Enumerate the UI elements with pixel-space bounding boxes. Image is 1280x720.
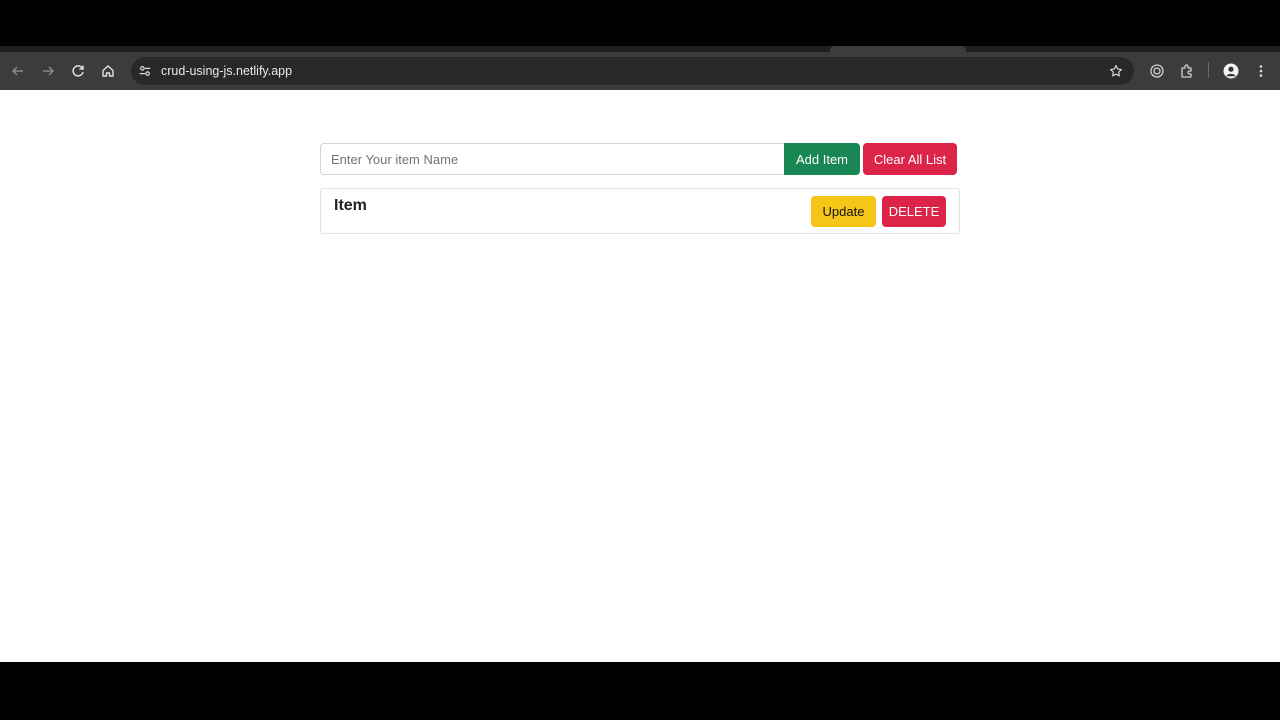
clear-all-button[interactable]: Clear All List: [863, 143, 957, 175]
item-title: Item: [334, 197, 367, 214]
target-icon: [1150, 64, 1164, 78]
page-viewport: Add Item Clear All List Item Update DELE…: [0, 90, 1280, 662]
puzzle-icon: [1181, 64, 1192, 78]
toolbar-divider: [1208, 62, 1209, 78]
reload-icon: [72, 65, 84, 77]
delete-button[interactable]: DELETE: [882, 196, 946, 227]
star-icon: [1110, 65, 1122, 77]
extension-button[interactable]: [1145, 59, 1169, 83]
bookmark-button[interactable]: [1108, 63, 1124, 79]
bottom-letterbox: [0, 662, 1280, 720]
top-letterbox: [0, 0, 1280, 46]
url-text[interactable]: crud-using-js.netlify.app: [161, 63, 292, 79]
tune-icon: [139, 66, 151, 76]
address-bar[interactable]: crud-using-js.netlify.app: [131, 57, 1134, 85]
reload-button[interactable]: [66, 59, 90, 83]
arrow-left-icon: [11, 66, 23, 76]
home-button[interactable]: [96, 59, 120, 83]
add-item-form: Add Item Clear All List: [320, 143, 960, 175]
back-button[interactable]: [6, 59, 30, 83]
site-info-button[interactable]: [137, 63, 153, 79]
avatar-icon: [1223, 63, 1239, 79]
home-icon: [102, 65, 114, 77]
browser-menu-button[interactable]: [1249, 59, 1273, 83]
extensions-button[interactable]: [1175, 59, 1199, 83]
update-button[interactable]: Update: [811, 196, 876, 227]
add-item-button[interactable]: Add Item: [784, 143, 860, 175]
kebab-menu-icon: [1259, 65, 1263, 77]
item-name-input[interactable]: [320, 143, 784, 175]
forward-button[interactable]: [36, 59, 60, 83]
item-list: Item Update DELETE: [320, 188, 960, 234]
profile-button[interactable]: [1219, 59, 1243, 83]
browser-toolbar: crud-using-js.netlify.app: [0, 52, 1280, 90]
arrow-right-icon: [43, 66, 55, 76]
